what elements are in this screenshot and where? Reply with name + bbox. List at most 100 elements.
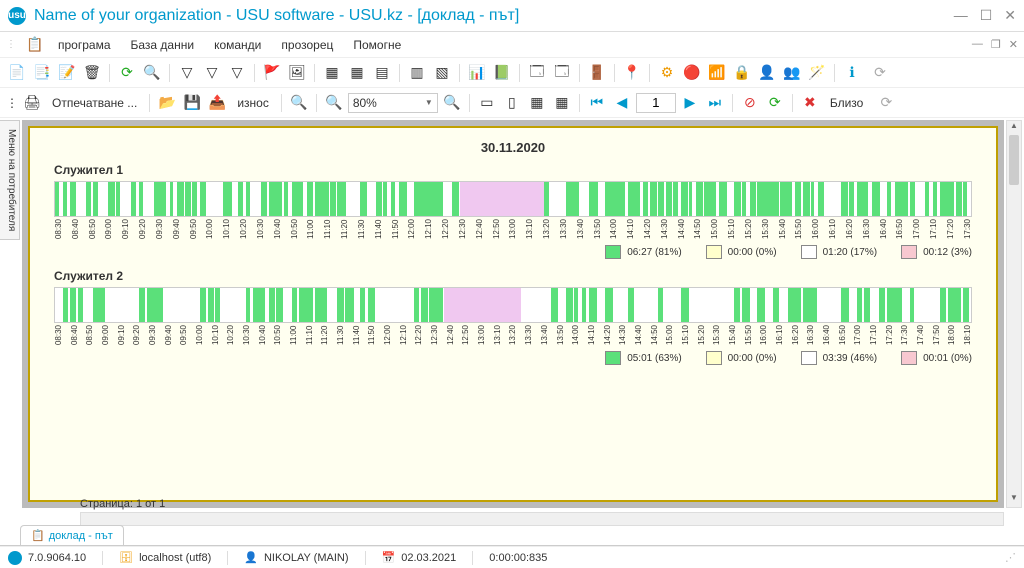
menu-window[interactable]: прозорец — [273, 36, 341, 54]
close-report-icon[interactable]: ✖ — [799, 92, 821, 114]
axis-tick: 17:30 — [963, 219, 972, 239]
save-icon[interactable]: 💾 — [181, 92, 203, 114]
axis-tick: 16:50 — [895, 219, 904, 239]
flag-icon[interactable]: 🚩 — [261, 62, 283, 84]
document-tab-bar: 📋 доклад - път — [0, 524, 1024, 546]
form-icon[interactable]: ▦ — [321, 62, 343, 84]
user-icon[interactable]: 👤 — [756, 62, 778, 84]
color-icon[interactable]: 🔴 — [681, 62, 703, 84]
lock-icon[interactable]: 🔒 — [731, 62, 753, 84]
zoom-in-icon[interactable]: 🔍 — [323, 92, 345, 114]
info-icon[interactable]: ℹ — [841, 62, 863, 84]
axis-tick: 11:40 — [352, 325, 361, 345]
delete-icon[interactable]: 🗑 — [81, 62, 103, 84]
axis-tick: 10:50 — [273, 325, 282, 345]
open-icon[interactable]: 📂 — [156, 92, 178, 114]
chart-icon[interactable]: 📊 — [466, 62, 488, 84]
page-whole-icon[interactable]: ▭ — [476, 92, 498, 114]
axis-tick: 11:20 — [320, 325, 329, 345]
search-icon[interactable]: 🔍 — [141, 62, 163, 84]
page-multi-icon[interactable]: ▦ — [526, 92, 548, 114]
export-label[interactable]: износ — [231, 96, 275, 110]
maximize-button[interactable]: ☐ — [980, 7, 993, 24]
wand-icon[interactable]: 🪄 — [806, 62, 828, 84]
columns-icon[interactable]: ▥ — [406, 62, 428, 84]
copy-icon[interactable]: 📑 — [31, 62, 53, 84]
export-excel-icon[interactable]: 📗 — [491, 62, 513, 84]
print-icon[interactable]: 🖨 — [21, 92, 43, 114]
menu-icon[interactable]: 📋 — [24, 34, 46, 56]
menu-help[interactable]: Помогне — [345, 36, 409, 54]
calendar-icon: 📅 — [382, 551, 396, 564]
last-page-icon[interactable]: ⏭ — [704, 92, 726, 114]
prev-page-icon[interactable]: ◀ — [611, 92, 633, 114]
rss-icon[interactable]: 📶 — [706, 62, 728, 84]
axis-tick: 16:30 — [862, 219, 871, 239]
sub-minimize-button[interactable]: — — [972, 38, 983, 51]
first-page-icon[interactable]: ⏮ — [586, 92, 608, 114]
sidebar-user-menu-tab[interactable]: Меню на потребителя — [0, 120, 20, 240]
filter-cancel-icon[interactable]: ▽ — [226, 62, 248, 84]
close-button[interactable]: ✕ — [1004, 7, 1016, 24]
menu-commands[interactable]: команди — [206, 36, 269, 54]
scroll-up-icon[interactable]: ▲ — [1007, 121, 1021, 135]
refresh-icon[interactable]: ⟳ — [116, 62, 138, 84]
page-input[interactable] — [636, 93, 676, 113]
minimize-button[interactable]: — — [954, 7, 968, 24]
axis-tick: 09:50 — [189, 219, 198, 239]
filter-clear-icon[interactable]: ▽ — [201, 62, 223, 84]
image-icon[interactable]: 🖼 — [286, 62, 308, 84]
new-icon[interactable]: 📄 — [6, 62, 28, 84]
print-label[interactable]: Отпечатване ... — [46, 96, 143, 110]
reload-icon[interactable]: ⟳ — [764, 92, 786, 114]
sub-close-button[interactable]: ✕ — [1009, 38, 1018, 51]
menu-program[interactable]: програма — [50, 36, 119, 54]
gear-icon[interactable]: ⚙ — [656, 62, 678, 84]
export-icon[interactable]: 📤 — [206, 92, 228, 114]
zoom-out-icon[interactable]: 🔍 — [441, 92, 463, 114]
page-width-icon[interactable]: ▯ — [501, 92, 523, 114]
axis-tick: 15:10 — [727, 219, 736, 239]
window-new-icon[interactable]: 🗔 — [526, 62, 548, 84]
next-page-icon[interactable]: ▶ — [679, 92, 701, 114]
find-icon[interactable]: 🔍 — [288, 92, 310, 114]
axis-tick: 15:50 — [744, 325, 753, 345]
axis-tick: 13:30 — [559, 219, 568, 239]
document-tab[interactable]: 📋 доклад - път — [20, 525, 124, 545]
axis-tick: 14:30 — [660, 219, 669, 239]
filter-icon[interactable]: ▽ — [176, 62, 198, 84]
axis-tick: 08:50 — [85, 325, 94, 345]
stop-icon[interactable]: ⊘ — [739, 92, 761, 114]
close-label[interactable]: Близо — [824, 96, 870, 110]
axis-tick: 13:40 — [540, 325, 549, 345]
legend-text: 00:12 (3%) — [923, 247, 972, 258]
axis-tick: 09:40 — [172, 219, 181, 239]
axis-tick: 15:40 — [728, 325, 737, 345]
menu-database[interactable]: База данни — [123, 36, 203, 54]
edit-icon[interactable]: 📝 — [56, 62, 78, 84]
axis-tick: 11:20 — [340, 219, 349, 239]
zoom-dropdown[interactable]: 80% ▼ — [348, 93, 438, 113]
users-icon[interactable]: 👥 — [781, 62, 803, 84]
axis-tick: 17:00 — [853, 325, 862, 345]
scroll-down-icon[interactable]: ▼ — [1007, 493, 1021, 507]
page-grid-icon[interactable]: ▦ — [551, 92, 573, 114]
pin-icon[interactable]: 📍 — [621, 62, 643, 84]
exit-icon[interactable]: 🚪 — [586, 62, 608, 84]
legend-item: 05:01 (63%) — [605, 351, 681, 365]
layout-icon[interactable]: ▧ — [431, 62, 453, 84]
sync-icon[interactable]: ⟳ — [875, 92, 897, 114]
axis-tick: 16:50 — [838, 325, 847, 345]
legend-item: 00:12 (3%) — [901, 245, 972, 259]
axis-tick: 15:40 — [778, 219, 787, 239]
resize-grip-icon[interactable]: ⋰ — [1005, 551, 1016, 564]
vertical-scrollbar[interactable]: ▲ ▼ — [1006, 120, 1022, 508]
legend-swatch — [801, 245, 817, 259]
window-list-icon[interactable]: 🗔 — [551, 62, 573, 84]
grid-icon[interactable]: ▦ — [346, 62, 368, 84]
sub-restore-button[interactable]: ❐ — [991, 38, 1001, 51]
axis-tick: 17:30 — [900, 325, 909, 345]
scroll-thumb[interactable] — [1009, 135, 1019, 185]
tree-icon[interactable]: ▤ — [371, 62, 393, 84]
sync-icon[interactable]: ⟳ — [869, 62, 891, 84]
